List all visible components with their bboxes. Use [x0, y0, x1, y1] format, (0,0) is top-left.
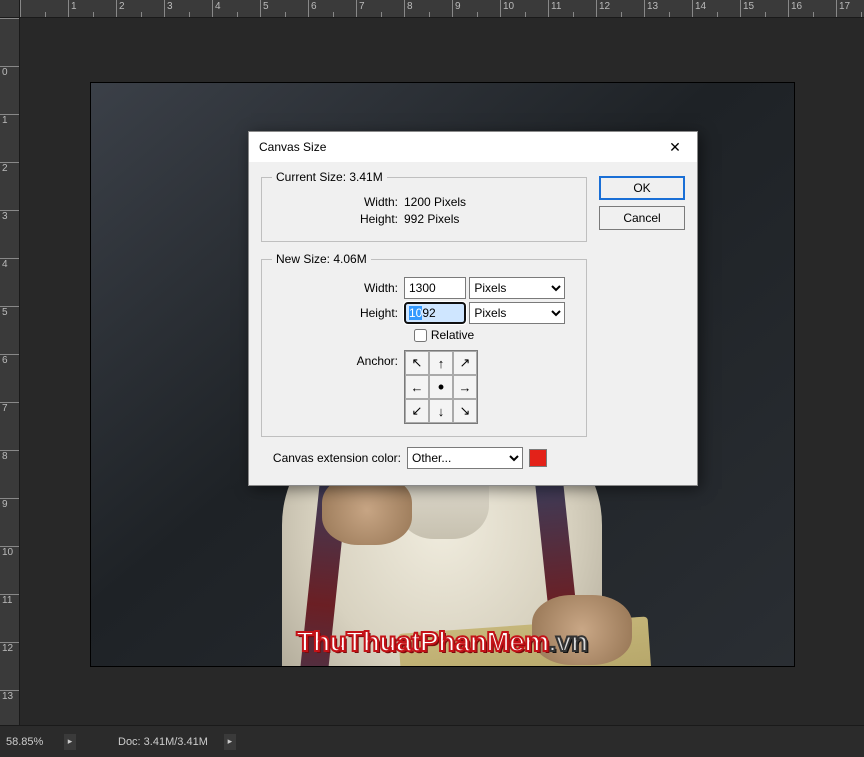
status-bar: 58.85% ▸ Doc: 3.41M/3.41M ▸	[0, 725, 864, 757]
ruler-v-tick: 11	[0, 594, 19, 642]
ruler-v-tick: 7	[0, 402, 19, 450]
ruler-h-tick: 5	[260, 0, 308, 17]
ruler-h-tick: 7	[356, 0, 404, 17]
ruler-v-tick: 13	[0, 690, 19, 725]
extension-color-swatch[interactable]	[529, 449, 547, 467]
relative-checkbox[interactable]	[414, 329, 427, 342]
current-width-value: 1200 Pixels	[404, 195, 466, 209]
ok-button[interactable]: OK	[599, 176, 685, 200]
ruler-h-tick: 15	[740, 0, 788, 17]
ruler-h-tick: 12	[596, 0, 644, 17]
ruler-v-tick: 9	[0, 498, 19, 546]
new-size-group: New Size: 4.06M Width: Pixels Height:	[261, 252, 587, 437]
ruler-h-tick: 8	[404, 0, 452, 17]
ruler-h-tick: 4	[212, 0, 260, 17]
anchor-e[interactable]: →	[453, 375, 477, 399]
ruler-h-tick: 10	[500, 0, 548, 17]
dialog-titlebar[interactable]: Canvas Size ✕	[249, 132, 697, 162]
relative-label: Relative	[431, 328, 474, 342]
anchor-w[interactable]: ←	[405, 375, 429, 399]
ruler-v-tick: 5	[0, 306, 19, 354]
ruler-v-tick: 8	[0, 450, 19, 498]
ruler-v-tick: 3	[0, 210, 19, 258]
ruler-v-tick: 12	[0, 642, 19, 690]
ruler-h-tick: 11	[548, 0, 596, 17]
workspace: 1234567891011121314151617 01234567891011…	[0, 0, 864, 725]
ruler-vertical[interactable]: 01234567891011121314	[0, 18, 20, 725]
ruler-h-tick: 1	[68, 0, 116, 17]
ruler-h-tick: 17	[836, 0, 864, 17]
anchor-n[interactable]: ↑	[429, 351, 453, 375]
new-width-input[interactable]	[404, 277, 466, 299]
new-width-unit-select[interactable]: Pixels	[469, 277, 565, 299]
ruler-h-tick: 2	[116, 0, 164, 17]
watermark-text: ThuThuatPhanMem.vn	[91, 626, 794, 658]
anchor-ne[interactable]: ↗	[453, 351, 477, 375]
current-height-value: 992 Pixels	[404, 212, 459, 226]
current-size-group: Current Size: 3.41M Width: 1200 Pixels H…	[261, 170, 587, 242]
anchor-label: Anchor:	[272, 350, 404, 368]
dialog-title-text: Canvas Size	[259, 140, 326, 154]
anchor-se[interactable]: ↘	[453, 399, 477, 423]
anchor-grid: ↖ ↑ ↗ ← • → ↙ ↓ ↘	[404, 350, 478, 424]
zoom-value[interactable]: 58.85%	[6, 736, 54, 748]
ruler-v-tick: 4	[0, 258, 19, 306]
current-size-legend: Current Size: 3.41M	[272, 170, 387, 184]
watermark-red: ThuThuatPhanMem	[296, 626, 548, 657]
current-width-label: Width:	[272, 195, 404, 209]
ruler-h-tick: 6	[308, 0, 356, 17]
ruler-h-tick: 16	[788, 0, 836, 17]
current-height-label: Height:	[272, 212, 404, 226]
doc-info-stepper-icon[interactable]: ▸	[224, 734, 236, 750]
zoom-stepper-icon[interactable]: ▸	[64, 734, 76, 750]
cancel-button[interactable]: Cancel	[599, 206, 685, 230]
new-height-label: Height:	[272, 306, 404, 320]
new-height-input[interactable]	[404, 302, 466, 324]
ruler-h-tick: 3	[164, 0, 212, 17]
anchor-nw[interactable]: ↖	[405, 351, 429, 375]
ruler-h-tick: 14	[692, 0, 740, 17]
extension-color-select[interactable]: Other...	[407, 447, 523, 469]
new-height-unit-select[interactable]: Pixels	[469, 302, 565, 324]
ruler-horizontal[interactable]: 1234567891011121314151617	[20, 0, 864, 18]
watermark-gray: .vn	[549, 626, 588, 657]
ruler-v-tick	[0, 18, 19, 66]
extension-color-label: Canvas extension color:	[261, 451, 401, 465]
anchor-sw[interactable]: ↙	[405, 399, 429, 423]
new-size-legend: New Size: 4.06M	[272, 252, 371, 266]
doc-size-info: Doc: 3.41M/3.41M	[118, 736, 208, 748]
ruler-v-tick: 6	[0, 354, 19, 402]
ruler-v-tick: 0	[0, 66, 19, 114]
close-icon[interactable]: ✕	[661, 136, 689, 158]
anchor-center[interactable]: •	[429, 375, 453, 399]
ruler-v-tick: 2	[0, 162, 19, 210]
canvas-size-dialog: Canvas Size ✕ Current Size: 3.41M Width:…	[248, 131, 698, 486]
ruler-h-tick: 9	[452, 0, 500, 17]
ruler-v-tick: 10	[0, 546, 19, 594]
ruler-h-tick	[20, 0, 68, 17]
ruler-h-tick: 13	[644, 0, 692, 17]
ruler-corner	[0, 0, 20, 18]
ruler-v-tick: 1	[0, 114, 19, 162]
anchor-s[interactable]: ↓	[429, 399, 453, 423]
new-width-label: Width:	[272, 281, 404, 295]
